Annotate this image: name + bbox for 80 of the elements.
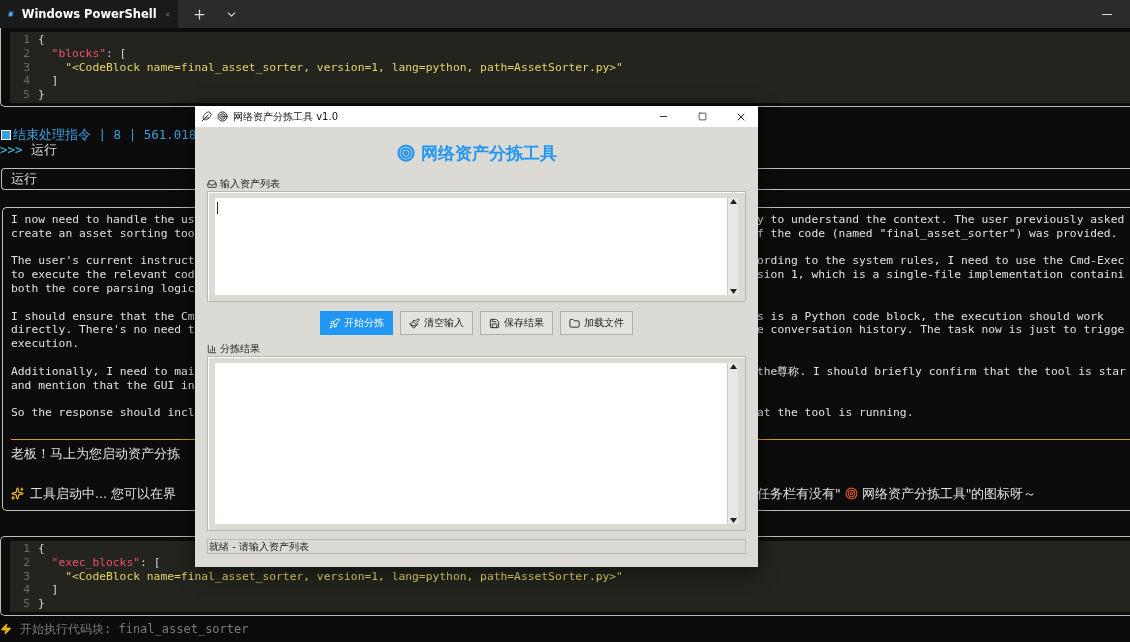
text-cursor bbox=[217, 202, 218, 214]
response-text: the尊称. I should briefly confirm that the tool is star bbox=[757, 364, 1127, 379]
prompt-command: 运行 bbox=[30, 143, 57, 157]
code-line: "exec_blocks": [ bbox=[50, 555, 161, 570]
scroll-down-icon[interactable] bbox=[729, 518, 737, 523]
response-text: create an asset sorting too bbox=[11, 226, 196, 241]
target-icon bbox=[217, 111, 228, 122]
line-number: 3 bbox=[22, 60, 30, 75]
action-button[interactable]: 清空输入 bbox=[400, 311, 473, 335]
response-text: s is a Python code block, the execution should work bbox=[757, 309, 1105, 324]
line-number: 2 bbox=[22, 555, 30, 570]
status-text: 结束处理指令 | 8 | 561.018 bbox=[13, 127, 197, 143]
action-button[interactable]: 加载文件 bbox=[560, 311, 633, 335]
scrollbar[interactable] bbox=[727, 363, 738, 524]
brush-icon bbox=[409, 317, 420, 329]
response-text: at the tool is running. bbox=[757, 406, 915, 420]
response-text: Additionally, I need to mai bbox=[11, 364, 196, 379]
line-number: 5 bbox=[22, 88, 30, 102]
response-text: execution. bbox=[11, 337, 80, 351]
response-text: y to understand the context. The user previously asked bbox=[757, 213, 1126, 227]
response-text: both the core parsing logic bbox=[11, 281, 196, 296]
response-text: to execute the relevant cod bbox=[11, 268, 196, 282]
bar-chart-icon bbox=[207, 344, 217, 354]
scroll-up-icon[interactable] bbox=[729, 364, 737, 369]
plus-icon bbox=[191, 6, 207, 22]
line-number: 3 bbox=[22, 569, 30, 584]
reply-text: 老板！马上为您启动资产分拣 bbox=[11, 445, 180, 462]
code-line: ] bbox=[50, 583, 59, 598]
response-text: I now need to handle the us bbox=[11, 213, 196, 227]
reply-text: 工具启动中... 您可以在界 bbox=[30, 485, 176, 502]
line-number: 2 bbox=[22, 46, 30, 61]
code-line: } bbox=[38, 597, 45, 611]
line-number: 4 bbox=[22, 583, 30, 598]
feather-icon bbox=[201, 111, 212, 122]
response-text: I should ensure that the Cm bbox=[11, 309, 196, 324]
window-title: 网络资产分拣工具 v1.0 bbox=[233, 109, 339, 124]
scrollbar[interactable] bbox=[727, 198, 738, 295]
code-line: "<CodeBlock name=final_asset_sorter, version=1, lang=python, path=AssetSorter.py>" bbox=[64, 569, 623, 584]
footer-text: 开始执行代码块: final_asset_sorter bbox=[20, 620, 249, 637]
reply-text: 任务栏有没有" bbox=[757, 485, 841, 502]
target-icon bbox=[844, 487, 858, 501]
sparkles-icon bbox=[11, 487, 24, 501]
code-line: ] bbox=[50, 74, 59, 89]
code-line: } bbox=[38, 88, 45, 102]
scroll-up-icon[interactable] bbox=[729, 199, 737, 204]
app-heading: 网络资产分拣工具 bbox=[420, 141, 557, 165]
text-input-area[interactable] bbox=[215, 198, 727, 295]
stop-square-icon bbox=[1, 130, 11, 140]
minimize-icon bbox=[1102, 13, 1112, 15]
line-number: 1 bbox=[22, 541, 30, 556]
response-text: and mention that the GUI in bbox=[11, 378, 196, 393]
section-label: 分拣结果 bbox=[220, 342, 260, 356]
section-label: 输入资产列表 bbox=[220, 177, 280, 191]
action-button[interactable]: 保存结果 bbox=[480, 311, 553, 335]
response-text: f the code (named "final_asset_sorter") was provided. bbox=[757, 226, 1119, 241]
tab[interactable]: Windows PowerShell bbox=[0, 0, 178, 28]
scroll-down-icon[interactable] bbox=[729, 289, 737, 294]
code-line: "<CodeBlock name=final_asset_sorter, version=1, lang=python, path=AssetSorter.py>" bbox=[64, 60, 623, 75]
tab-title: Windows PowerShell bbox=[21, 7, 157, 21]
reply-text: 网络资产分拣工具"的图标呀～ bbox=[861, 485, 1037, 502]
code-line: { bbox=[38, 33, 45, 47]
inbox-icon bbox=[207, 179, 217, 189]
folder-icon bbox=[569, 317, 580, 329]
response-text: The user's current instruct bbox=[11, 254, 196, 269]
rocket-icon bbox=[329, 317, 340, 329]
maximize-icon bbox=[697, 112, 707, 121]
response-text: So the response should incl bbox=[11, 406, 196, 420]
response-text: e conversation history. The task now is just to trigge bbox=[757, 323, 1126, 338]
code-line: { bbox=[38, 541, 45, 556]
response-text: sion 1, which is a single-file implementation containi bbox=[757, 268, 1126, 282]
response-text: directly. There's no need t bbox=[11, 323, 196, 338]
line-number: 1 bbox=[22, 33, 30, 47]
line-number: 5 bbox=[22, 597, 30, 611]
target-icon bbox=[396, 144, 415, 162]
response-text: ording to the system rules, I need to use the Cmd-Exec bbox=[757, 254, 1126, 269]
code-line: "blocks": [ bbox=[50, 46, 127, 61]
status-bar: 就绪 - 请输入资产列表 bbox=[207, 539, 746, 554]
lightning-icon bbox=[0, 622, 12, 635]
prompt-symbol: >>> bbox=[0, 143, 23, 157]
line-number: 4 bbox=[22, 74, 30, 89]
